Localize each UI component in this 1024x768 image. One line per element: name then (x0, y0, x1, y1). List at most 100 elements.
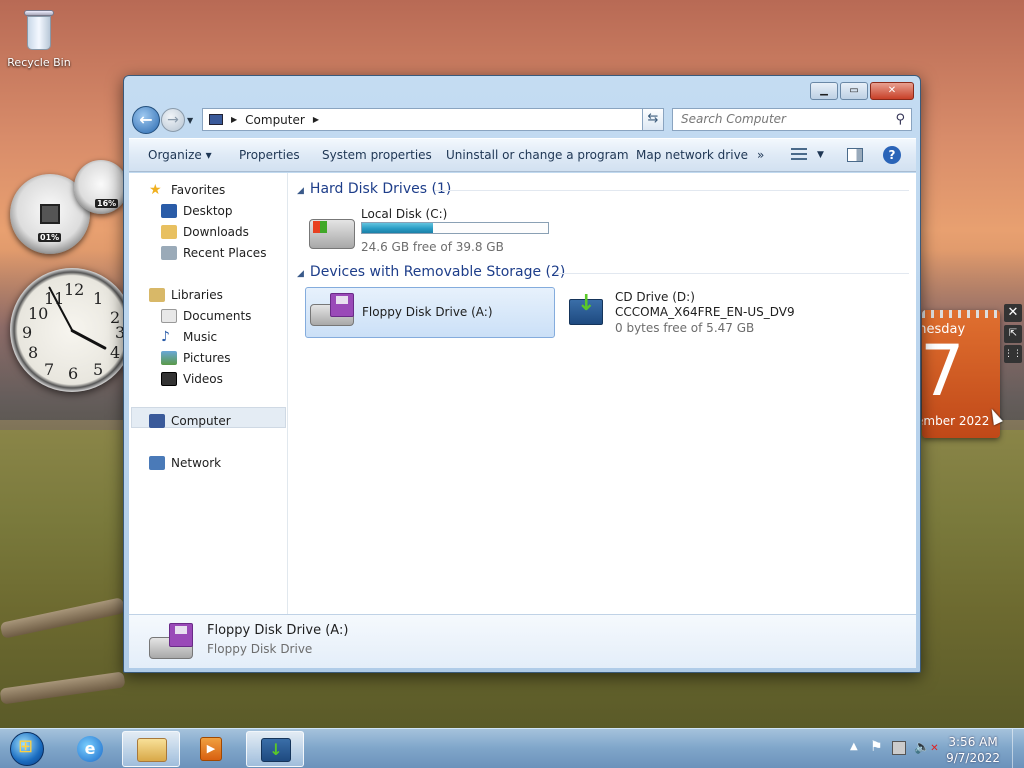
recycle-bin-label: Recycle Bin (7, 56, 71, 69)
nav-favorites[interactable]: ★ Favorites (149, 180, 225, 200)
section-divider (435, 190, 909, 191)
clock-gadget[interactable]: 12 1 2 3 4 5 6 7 8 9 10 11 (10, 268, 134, 392)
change-view-icon[interactable] (791, 148, 807, 162)
drive-d-free: 0 bytes free of 5.47 GB (615, 321, 755, 335)
section-removable-storage[interactable]: ◢ Devices with Removable Storage (2) (297, 264, 565, 280)
folder-icon (137, 738, 167, 762)
section-divider (555, 273, 909, 274)
details-pane: Floppy Disk Drive (A:) Floppy Disk Drive (129, 614, 916, 668)
explorer-window: ▁ ▭ ✕ ← → ▼ ▶ Computer ▶ ▼ ⇆ Search Comp… (123, 75, 921, 673)
clock-time: 3:56 AM (948, 735, 998, 749)
breadcrumb-chevron-icon[interactable]: ▶ (313, 115, 319, 124)
computer-icon (209, 114, 223, 125)
address-bar[interactable]: ▶ Computer ▶ ▼ (202, 108, 664, 131)
forward-button[interactable]: → (161, 108, 185, 132)
taskbar-internet-explorer[interactable]: e (62, 731, 120, 767)
network-icon[interactable] (892, 741, 906, 755)
floppy-disk-icon (330, 293, 354, 317)
details-type: Floppy Disk Drive (207, 642, 313, 656)
nav-recent-places[interactable]: Recent Places (161, 243, 266, 263)
drive-c-usage-bar (361, 222, 549, 234)
clock-hour-hand (70, 328, 107, 351)
nav-computer[interactable]: Computer (149, 411, 231, 431)
nav-documents[interactable]: Documents (161, 306, 251, 326)
computer-icon (149, 414, 165, 428)
show-hidden-icons-icon[interactable]: ▲ (850, 741, 858, 752)
drive-cd-d[interactable]: ↓ CD Drive (D:) CCCOMA_X64FRE_EN-US_DV9 … (565, 287, 865, 338)
section-hard-disk-drives[interactable]: ◢ Hard Disk Drives (1) (297, 181, 451, 197)
map-network-drive-button[interactable]: Map network drive (636, 148, 748, 162)
properties-button[interactable]: Properties (239, 148, 300, 162)
drive-c-free: 24.6 GB free of 39.8 GB (361, 240, 504, 254)
nav-downloads[interactable]: Downloads (161, 222, 249, 242)
internet-explorer-icon: e (77, 736, 103, 762)
content-area: ★ Favorites Desktop Downloads Recent Pla… (129, 173, 916, 614)
taskbar-media-player[interactable]: ▶ (182, 731, 240, 767)
nav-network[interactable]: Network (149, 453, 221, 473)
taskbar: e ▶ ↓ ▲ ⚑ 🔈✕ 3:56 AM 9/7/2022 (0, 728, 1024, 768)
recycle-bin[interactable]: Recycle Bin (6, 8, 72, 69)
more-commands-button[interactable]: » (757, 148, 764, 162)
back-button[interactable]: ← (132, 106, 160, 134)
start-button[interactable] (4, 729, 48, 768)
preview-pane-icon[interactable] (847, 148, 863, 162)
memory-meter-gadget[interactable]: 16% (74, 160, 128, 214)
documents-icon (161, 309, 177, 323)
setup-icon: ↓ (261, 738, 291, 762)
network-icon (149, 456, 165, 470)
minimize-button[interactable]: ▁ (810, 82, 838, 100)
windows-logo-icon (313, 221, 327, 233)
organize-menu[interactable]: Organize ▾ (148, 148, 212, 162)
media-player-icon: ▶ (200, 737, 222, 761)
navigation-bar: ← → ▼ ▶ Computer ▶ ▼ ⇆ Search Computer ⚲ (130, 104, 914, 138)
star-icon: ★ (149, 182, 162, 198)
gadget-size-icon[interactable]: ⇱ (1004, 325, 1022, 343)
libraries-icon (149, 288, 165, 302)
details-title: Floppy Disk Drive (A:) (207, 623, 349, 638)
window-controls: ▁ ▭ ✕ (808, 82, 914, 100)
nav-libraries[interactable]: Libraries (149, 285, 223, 305)
taskbar-windows-explorer[interactable] (122, 731, 180, 767)
show-desktop-button[interactable] (1012, 729, 1024, 768)
gadget-close-icon[interactable]: ✕ (1004, 304, 1022, 322)
close-button[interactable]: ✕ (870, 82, 914, 100)
clock-date: 9/7/2022 (946, 751, 1000, 765)
system-properties-button[interactable]: System properties (322, 148, 432, 162)
gadget-drag-handle[interactable]: ⋮⋮ (1004, 345, 1022, 363)
uninstall-program-button[interactable]: Uninstall or change a program (446, 148, 629, 162)
taskbar-clock[interactable]: 3:56 AM 9/7/2022 (946, 734, 1000, 766)
downloads-folder-icon (161, 225, 177, 239)
volume-muted-icon[interactable]: 🔈✕ (914, 740, 939, 755)
drive-a-name: Floppy Disk Drive (A:) (362, 305, 493, 319)
calendar-month: ember 2022 (922, 414, 990, 428)
drive-c-usage-fill (362, 223, 433, 233)
nav-videos[interactable]: Videos (161, 369, 223, 389)
refresh-button[interactable]: ⇆ (642, 108, 664, 131)
action-center-flag-icon[interactable]: ⚑ (870, 739, 883, 755)
recent-pages-chevron-icon[interactable]: ▼ (187, 116, 193, 125)
breadcrumb-chevron-icon[interactable]: ▶ (231, 115, 237, 124)
search-input[interactable]: Search Computer ⚲ (672, 108, 912, 131)
nav-pictures[interactable]: Pictures (161, 348, 231, 368)
calendar-gadget[interactable]: dnesday 7 ember 2022 (922, 310, 1000, 438)
nav-music[interactable]: ♪ Music (161, 327, 217, 347)
help-icon[interactable]: ? (883, 146, 901, 164)
search-icon[interactable]: ⚲ (895, 109, 905, 130)
maximize-button[interactable]: ▭ (840, 82, 868, 100)
navigation-pane: ★ Favorites Desktop Downloads Recent Pla… (129, 173, 288, 614)
drive-floppy-a[interactable]: Floppy Disk Drive (A:) (305, 287, 555, 338)
floppy-disk-icon (169, 623, 193, 647)
drive-d-label: CCCOMA_X64FRE_EN-US_DV9 (615, 305, 795, 319)
command-bar: Organize ▾ Properties System properties … (129, 138, 916, 172)
nav-desktop[interactable]: Desktop (161, 201, 233, 221)
system-tray: ▲ ⚑ 🔈✕ 3:56 AM 9/7/2022 (834, 729, 1024, 768)
pictures-icon (161, 351, 177, 365)
music-icon: ♪ (161, 329, 170, 345)
collapse-arrow-icon[interactable]: ◢ (297, 269, 304, 279)
collapse-arrow-icon[interactable]: ◢ (297, 186, 304, 196)
view-options-chevron-icon[interactable]: ▼ (817, 150, 824, 160)
breadcrumb-computer[interactable]: Computer (245, 113, 305, 127)
taskbar-setup-program[interactable]: ↓ (246, 731, 304, 767)
recycle-bin-icon (22, 8, 56, 52)
calendar-rings (922, 310, 1000, 318)
